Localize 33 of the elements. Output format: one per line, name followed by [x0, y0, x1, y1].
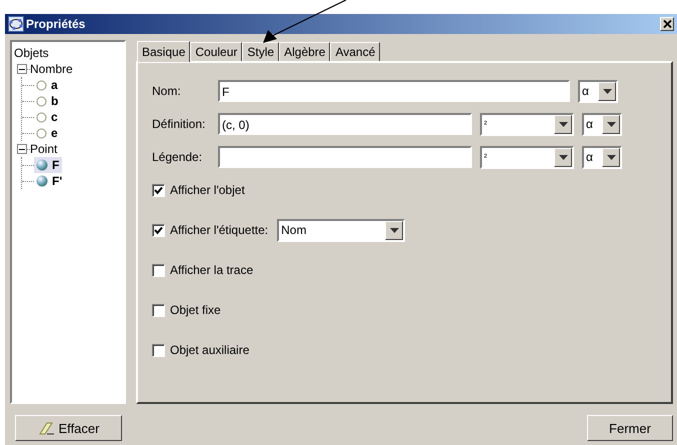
window-title: Propriétés	[26, 17, 86, 31]
tree-item[interactable]: e	[34, 125, 61, 141]
tree-item[interactable]: Nombre	[30, 62, 73, 76]
tab[interactable]: Basique	[137, 41, 190, 62]
alpha-dropdown[interactable]: α	[578, 80, 618, 102]
field-label: Légende:	[152, 150, 204, 164]
field-label: Définition:	[152, 117, 206, 131]
symbol-dropdown[interactable]: ²	[480, 112, 574, 136]
symbol-dropdown[interactable]: ²	[480, 146, 574, 168]
checkbox-label[interactable]: Objet fixe	[170, 303, 221, 317]
erase-button[interactable]: Effacer	[15, 415, 122, 441]
text-field[interactable]: (c, 0)	[218, 113, 472, 135]
checkbox-label[interactable]: Afficher l'étiquette:	[170, 223, 268, 237]
tree-item[interactable]: F	[34, 157, 62, 173]
tree-item[interactable]: F'	[34, 173, 66, 189]
tree-root-label[interactable]: Objets	[14, 45, 49, 61]
alpha-dropdown[interactable]: α	[582, 112, 622, 136]
text-field[interactable]: F	[218, 80, 570, 102]
close-dialog-button[interactable]: Fermer	[587, 415, 673, 441]
alpha-dropdown[interactable]: α	[582, 146, 622, 168]
field-label: Nom:	[152, 84, 182, 98]
tree-item[interactable]: Point	[30, 142, 58, 156]
checkbox-label[interactable]: Afficher l'objet	[170, 183, 245, 197]
tree-item[interactable]: c	[34, 109, 61, 125]
tab[interactable]: Style	[242, 42, 280, 61]
tab[interactable]: Avancé	[330, 42, 380, 61]
tab[interactable]: Couleur	[190, 42, 242, 61]
tree-item[interactable]: b	[34, 93, 62, 109]
checkbox-label[interactable]: Objet auxiliaire	[170, 343, 250, 357]
label-dropdown[interactable]: Nom	[277, 218, 406, 242]
checkbox-label[interactable]: Afficher la trace	[170, 263, 254, 277]
tree-item[interactable]: a	[34, 77, 61, 93]
tab[interactable]: Algèbre	[279, 42, 330, 61]
